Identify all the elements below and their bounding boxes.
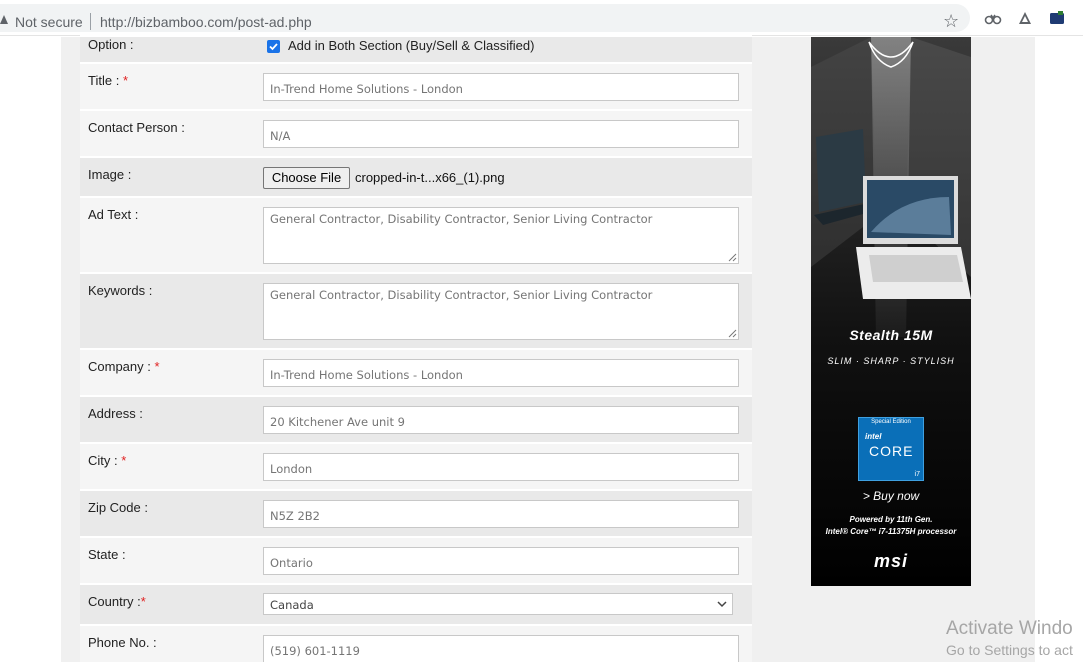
ad-powered-line2: Intel® Core™ i7-11375H processor bbox=[825, 527, 957, 536]
ad-artwork bbox=[811, 37, 971, 586]
msi-logo: msi bbox=[873, 551, 909, 571]
keywords-label: Keywords : bbox=[88, 283, 153, 298]
msi-banner-ad[interactable]: Stealth 15M SLIM · SHARP · STYLISH Speci… bbox=[811, 37, 971, 586]
extension-icon[interactable] bbox=[1016, 9, 1034, 27]
both-section-label[interactable]: Add in Both Section (Buy/Sell & Classifi… bbox=[288, 38, 534, 53]
form-row-keywords: Keywords : General Contractor, Disabilit… bbox=[80, 272, 752, 348]
form-row-company: Company : * In-Trend Home Solutions - Lo… bbox=[80, 348, 752, 395]
form-row-contact-person: Contact Person : N/A bbox=[80, 109, 752, 156]
chevron-down-icon bbox=[717, 601, 727, 608]
title-input[interactable]: In-Trend Home Solutions - London bbox=[263, 73, 739, 101]
resize-handle-icon[interactable] bbox=[728, 329, 737, 338]
zip-code-input[interactable]: N5Z 2B2 bbox=[263, 500, 739, 528]
country-select[interactable]: Canada bbox=[263, 593, 733, 615]
contact-person-label: Contact Person : bbox=[88, 120, 185, 135]
form-row-image: Image : Choose File cropped-in-t...x66_(… bbox=[80, 156, 752, 196]
ad-product-name: Stealth 15M bbox=[849, 327, 933, 343]
url-text[interactable]: http://bizbamboo.com/post-ad.php bbox=[100, 14, 312, 30]
checkmark-icon bbox=[269, 43, 278, 51]
buy-now-link[interactable]: > Buy now bbox=[811, 489, 971, 503]
phone-input[interactable]: (519) 601-1119 bbox=[263, 635, 739, 662]
choose-file-button[interactable]: Choose File bbox=[263, 167, 350, 189]
company-label: Company : * bbox=[88, 359, 160, 374]
state-input[interactable]: Ontario bbox=[263, 547, 739, 575]
form-row-option: Option : Add in Both Section (Buy/Sell &… bbox=[80, 35, 752, 62]
form-row-title: Title : * In-Trend Home Solutions - Lond… bbox=[80, 62, 752, 109]
form-row-state: State : Ontario bbox=[80, 536, 752, 583]
intel-badge-edition: Special Edition bbox=[871, 419, 911, 425]
address-label: Address : bbox=[88, 406, 143, 421]
keywords-textarea[interactable]: General Contractor, Disability Contracto… bbox=[263, 283, 739, 340]
ad-text-label: Ad Text : bbox=[88, 207, 139, 222]
form-row-address: Address : 20 Kitchener Ave unit 9 bbox=[80, 395, 752, 442]
form-row-phone: Phone No. : (519) 601-1119 bbox=[80, 624, 752, 662]
address-input[interactable]: 20 Kitchener Ave unit 9 bbox=[263, 406, 739, 434]
country-label: Country :* bbox=[88, 594, 146, 609]
form-row-city: City : * London bbox=[80, 442, 752, 489]
city-input[interactable]: London bbox=[263, 453, 739, 481]
phone-label: Phone No. : bbox=[88, 635, 157, 650]
state-label: State : bbox=[88, 547, 126, 562]
country-value: Canada bbox=[270, 598, 314, 612]
activate-windows-subtitle: Go to Settings to act bbox=[946, 642, 1073, 658]
title-label: Title : * bbox=[88, 73, 128, 88]
address-bar[interactable]: Not secure http://bizbamboo.com/post-ad.… bbox=[0, 4, 970, 32]
intel-core-text: CORE bbox=[869, 443, 914, 459]
intel-logo: intel bbox=[865, 432, 882, 441]
activate-windows-title: Activate Windo bbox=[946, 618, 1073, 639]
resize-handle-icon[interactable] bbox=[728, 253, 737, 262]
browser-toolbar: Not secure http://bizbamboo.com/post-ad.… bbox=[0, 0, 1083, 36]
zip-code-label: Zip Code : bbox=[88, 500, 148, 515]
file-name-text: cropped-in-t...x66_(1).png bbox=[355, 170, 505, 185]
company-input[interactable]: In-Trend Home Solutions - London bbox=[263, 359, 739, 387]
form-row-country: Country :* Canada bbox=[80, 583, 752, 624]
extension-icon[interactable] bbox=[1048, 9, 1066, 27]
ad-powered-line1: Powered by 11th Gen. bbox=[849, 515, 933, 524]
ad-slogan: SLIM · SHARP · STYLISH bbox=[827, 356, 955, 366]
image-label: Image : bbox=[88, 167, 132, 182]
security-indicator[interactable]: Not secure bbox=[15, 14, 83, 30]
option-label: Option : bbox=[88, 37, 134, 52]
ad-text-textarea[interactable]: General Contractor, Disability Contracto… bbox=[263, 207, 739, 264]
warning-icon[interactable] bbox=[0, 15, 8, 24]
ad-text-value: General Contractor, Disability Contracto… bbox=[270, 212, 653, 226]
extension-icon[interactable] bbox=[984, 9, 1002, 27]
ad-powered-text: Powered by 11th Gen. Intel® Core™ i7-113… bbox=[811, 514, 971, 538]
url-divider bbox=[90, 13, 91, 30]
form-row-zip-code: Zip Code : N5Z 2B2 bbox=[80, 489, 752, 536]
form-row-ad-text: Ad Text : General Contractor, Disability… bbox=[80, 196, 752, 272]
city-label: City : * bbox=[88, 453, 127, 468]
star-icon[interactable]: ☆ bbox=[943, 12, 959, 30]
both-section-checkbox[interactable] bbox=[267, 40, 280, 53]
intel-model: i7 bbox=[914, 471, 920, 478]
contact-person-input[interactable]: N/A bbox=[263, 120, 739, 148]
keywords-value: General Contractor, Disability Contracto… bbox=[270, 288, 653, 302]
intel-core-badge: Special Edition intel CORE i7 bbox=[858, 417, 924, 481]
